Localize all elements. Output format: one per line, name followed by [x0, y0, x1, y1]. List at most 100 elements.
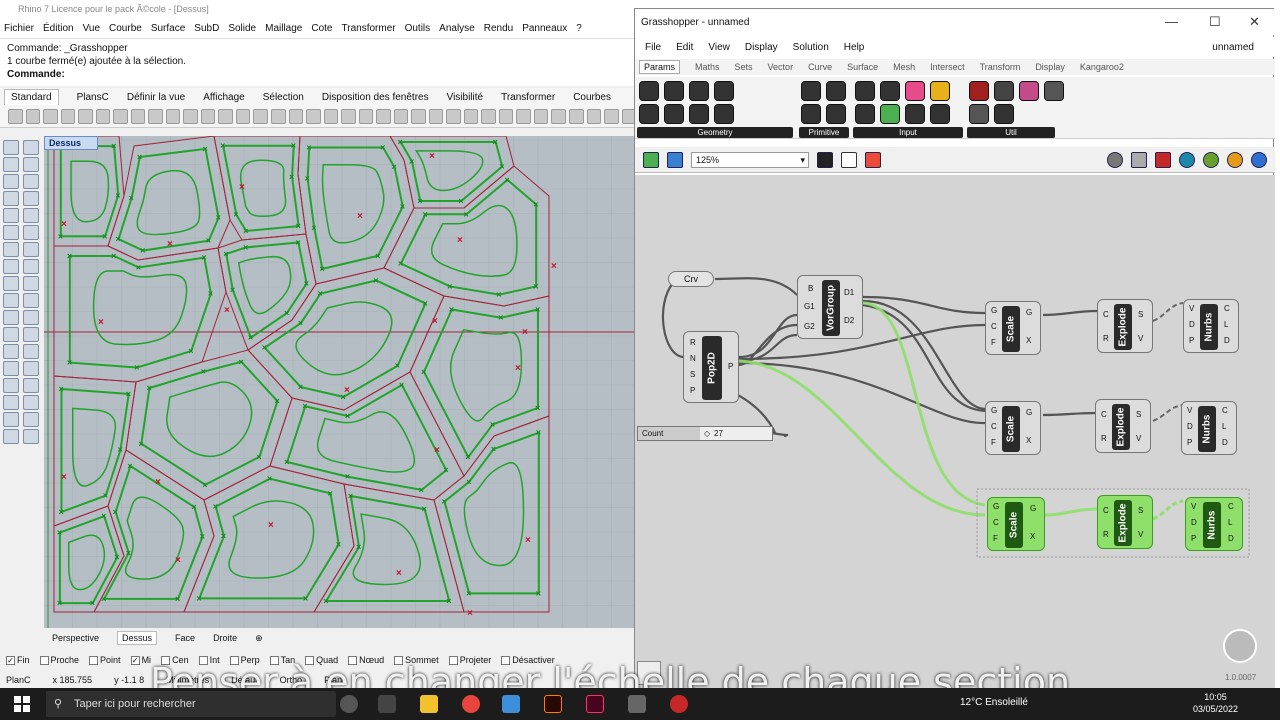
pin-s[interactable]: S — [1138, 506, 1143, 515]
pin-d2[interactable]: D2 — [844, 316, 854, 325]
side-tool-icon[interactable] — [3, 140, 19, 155]
tool-icon[interactable] — [148, 109, 163, 124]
tab-affichage[interactable]: Affichage — [203, 92, 245, 103]
explode-component-1[interactable]: C R Explode S V — [1097, 299, 1153, 353]
command-prompt[interactable]: Commande: — [7, 68, 629, 81]
pin-l-out[interactable]: L — [1228, 518, 1232, 527]
recorder-icon[interactable] — [670, 695, 688, 713]
side-tool-icon[interactable] — [23, 378, 39, 393]
side-tool-icon[interactable] — [3, 378, 19, 393]
menu-maillage[interactable]: Maillage — [265, 23, 302, 34]
tab-standard[interactable]: Standard — [4, 89, 59, 105]
tab-plansc[interactable]: PlansC — [77, 92, 109, 103]
tool-icon[interactable] — [288, 109, 304, 124]
pin-s[interactable]: S — [1138, 310, 1143, 319]
tool-icon[interactable] — [183, 109, 198, 124]
menu-subd[interactable]: SubD — [194, 23, 219, 34]
cat-curve[interactable]: Curve — [808, 62, 832, 72]
side-tool-icon[interactable] — [23, 361, 39, 376]
tool-icon[interactable] — [95, 109, 111, 124]
pin-g-out[interactable]: G — [1026, 308, 1032, 317]
pin-v[interactable]: V — [1191, 502, 1196, 511]
side-tool-icon[interactable] — [23, 242, 39, 257]
side-tool-icon[interactable] — [3, 327, 19, 342]
menu-courbe[interactable]: Courbe — [109, 23, 142, 34]
pin-p[interactable]: P — [1191, 534, 1196, 543]
pin-v[interactable]: V — [1136, 434, 1141, 443]
pin-r[interactable]: R — [690, 338, 696, 347]
side-tool-icon[interactable] — [3, 259, 19, 274]
vscode-icon[interactable] — [502, 695, 520, 713]
taskbar-search[interactable]: ⚲ Taper ici pour rechercher — [46, 691, 336, 717]
pin-d[interactable]: D — [1189, 320, 1195, 329]
menu-analyse[interactable]: Analyse — [439, 23, 475, 34]
pin-g-out[interactable]: G — [1030, 504, 1036, 513]
pin-c[interactable]: C — [1103, 310, 1109, 319]
pin-c-out[interactable]: C — [1222, 406, 1228, 415]
recenter-icon[interactable] — [1223, 629, 1257, 663]
pin-d-out[interactable]: D — [1222, 438, 1228, 447]
gh-component-icon[interactable] — [639, 81, 659, 101]
tool-icon[interactable] — [516, 109, 531, 124]
pin-x-out[interactable]: X — [1030, 532, 1035, 541]
tab-disposition[interactable]: Disposition des fenêtres — [322, 92, 429, 103]
tool-icon[interactable] — [113, 109, 128, 124]
cat-kangaroo[interactable]: Kangaroo2 — [1080, 62, 1124, 72]
gh-menu-display[interactable]: Display — [745, 42, 778, 53]
close-icon[interactable]: ✕ — [1249, 14, 1260, 30]
gh-menu-file[interactable]: File — [645, 42, 661, 53]
plugin-icon-b[interactable] — [1203, 151, 1219, 168]
vtab-droite[interactable]: Droite — [213, 633, 237, 643]
pin-p[interactable]: P — [1187, 438, 1192, 447]
pin-f[interactable]: F — [991, 338, 996, 347]
side-tool-icon[interactable] — [23, 259, 39, 274]
zoom-extents-icon[interactable] — [817, 151, 833, 168]
gh-component-icon[interactable] — [855, 104, 875, 124]
side-tool-icon[interactable] — [23, 327, 39, 342]
windows-start-icon[interactable] — [14, 696, 30, 712]
side-tool-icon[interactable] — [3, 429, 19, 444]
side-tool-icon[interactable] — [3, 242, 19, 257]
tool-icon[interactable] — [8, 109, 23, 124]
pin-p[interactable]: P — [1189, 336, 1194, 345]
tool-icon[interactable] — [306, 109, 321, 124]
shaded-icon[interactable] — [1155, 151, 1171, 168]
pin-r[interactable]: R — [1101, 434, 1107, 443]
file-explorer-icon[interactable] — [420, 695, 438, 713]
pin-d[interactable]: D — [1187, 422, 1193, 431]
pin-g1[interactable]: G1 — [804, 302, 815, 311]
nurbs-component-1[interactable]: V D P Nurbs C L D — [1183, 299, 1239, 353]
tool-icon[interactable] — [200, 109, 216, 124]
tool-icon[interactable] — [253, 109, 268, 124]
pop2d-component[interactable]: R N S P Pop2D P — [683, 331, 739, 403]
pin-x-out[interactable]: X — [1026, 336, 1031, 345]
tool-icon[interactable] — [235, 109, 251, 124]
menu-help[interactable]: ? — [576, 23, 582, 34]
tool-icon[interactable] — [270, 109, 286, 124]
vtab-dessus[interactable]: Dessus — [117, 631, 158, 645]
illustrator-icon[interactable] — [544, 695, 562, 713]
save-icon[interactable] — [667, 151, 683, 168]
pin-c[interactable]: C — [991, 322, 997, 331]
pin-x-out[interactable]: X — [1026, 436, 1031, 445]
gh-component-icon[interactable] — [639, 104, 659, 124]
pin-l-out[interactable]: L — [1222, 422, 1226, 431]
side-tool-icon[interactable] — [23, 208, 39, 223]
gh-component-icon[interactable] — [1044, 81, 1064, 101]
cat-vector[interactable]: Vector — [768, 62, 794, 72]
status-plane[interactable]: PlanC — [6, 675, 31, 685]
side-tool-icon[interactable] — [3, 395, 19, 410]
gh-component-icon[interactable] — [880, 104, 900, 124]
side-tool-icon[interactable] — [3, 208, 19, 223]
pin-v[interactable]: V — [1187, 406, 1192, 415]
pin-g[interactable]: G — [991, 406, 997, 415]
pin-v[interactable]: V — [1138, 334, 1143, 343]
tool-icon[interactable] — [498, 109, 514, 124]
tool-icon[interactable] — [411, 109, 426, 124]
gh-component-icon[interactable] — [994, 104, 1014, 124]
pin-g[interactable]: G — [991, 306, 997, 315]
osnap-3[interactable]: ✓ Mi — [130, 655, 151, 665]
gh-menu-solution[interactable]: Solution — [793, 42, 829, 53]
cat-maths[interactable]: Maths — [695, 62, 720, 72]
tool-icon[interactable] — [428, 109, 444, 124]
